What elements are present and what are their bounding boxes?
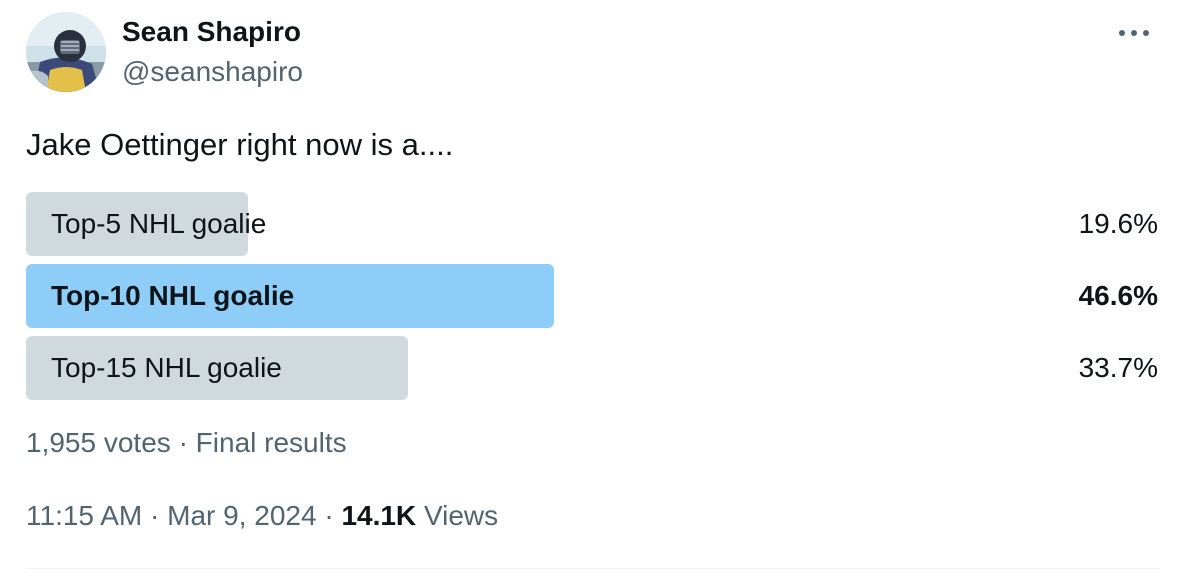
poll-option: Top-15 NHL goalie 33.7% — [26, 336, 1160, 400]
more-options-button[interactable] — [1112, 18, 1156, 48]
author-name[interactable]: Sean Shapiro — [122, 14, 301, 50]
tweet-time[interactable]: 11:15 AM — [26, 500, 142, 531]
tweet-meta: 11:15 AM · Mar 9, 2024 · 14.1K Views — [26, 498, 498, 534]
separator-dot: · — [324, 500, 334, 531]
poll-status: Final results — [195, 427, 347, 458]
tweet-date[interactable]: Mar 9, 2024 — [167, 500, 316, 531]
tweet-card: Sean Shapiro @seanshapiro Jake Oettinger… — [0, 0, 1196, 574]
views-count[interactable]: 14.1K — [341, 500, 416, 531]
avatar-image — [26, 12, 106, 92]
poll-option-percent: 33.7% — [1078, 352, 1158, 383]
poll-option: Top-10 NHL goalie 46.6% — [26, 264, 1160, 328]
divider — [26, 568, 1160, 569]
more-horizontal-icon — [1119, 30, 1149, 36]
poll-option-label: Top-10 NHL goalie — [51, 280, 295, 311]
poll-summary: 1,955 votes · Final results — [26, 425, 347, 461]
poll-option: Top-5 NHL goalie 19.6% — [26, 192, 1160, 256]
tweet-text: Jake Oettinger right now is a.... — [26, 127, 454, 162]
views-label: Views — [423, 500, 499, 531]
poll-vote-count: 1,955 votes — [26, 427, 171, 458]
avatar[interactable] — [26, 12, 106, 92]
separator-dot: · — [178, 427, 188, 458]
poll-option-percent: 46.6% — [1078, 280, 1158, 311]
poll-option-label: Top-15 NHL goalie — [51, 352, 282, 383]
separator-dot: · — [150, 500, 160, 531]
poll-option-percent: 19.6% — [1078, 208, 1158, 239]
author-handle[interactable]: @seanshapiro — [122, 54, 303, 90]
poll-option-label: Top-5 NHL goalie — [51, 208, 267, 239]
